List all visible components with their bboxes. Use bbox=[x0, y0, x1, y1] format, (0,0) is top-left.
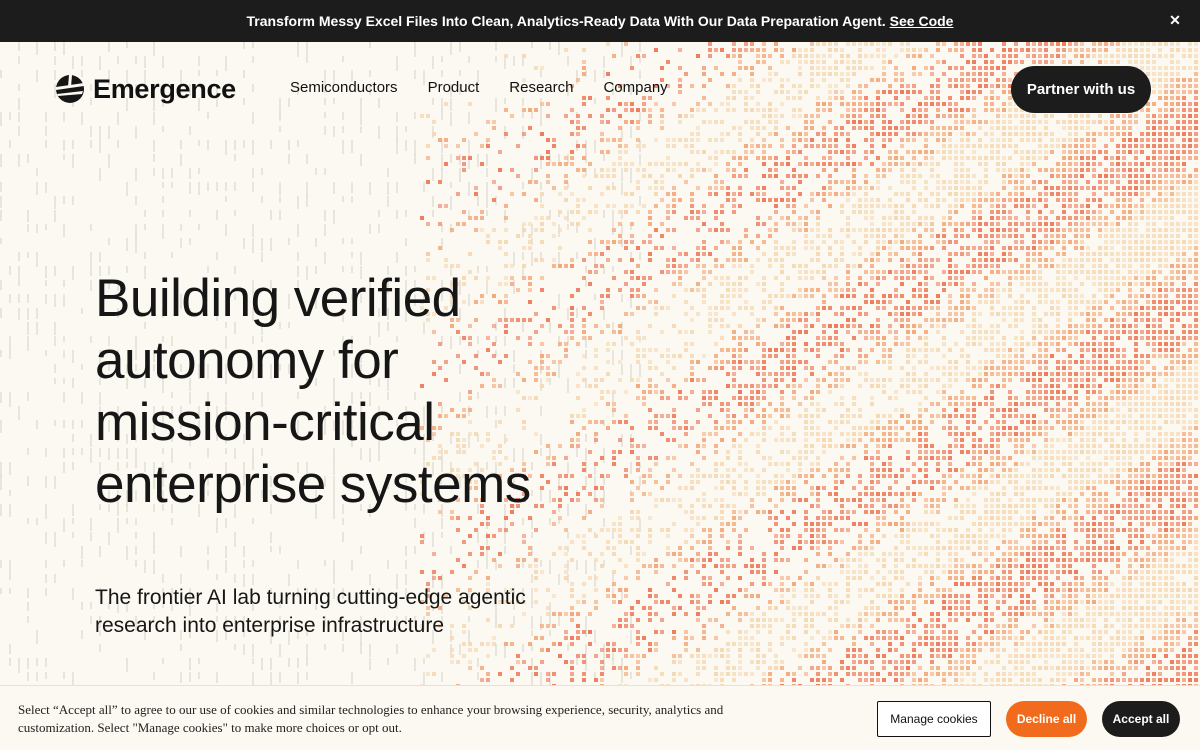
nav-product[interactable]: Product bbox=[428, 79, 480, 96]
see-code-link[interactable]: See Code bbox=[890, 13, 954, 29]
nav-semiconductors[interactable]: Semiconductors bbox=[290, 79, 398, 96]
nav-research[interactable]: Research bbox=[509, 79, 573, 96]
partner-with-us-button[interactable]: Partner with us bbox=[1011, 66, 1151, 113]
announcement-text: Transform Messy Excel Files Into Clean, … bbox=[246, 13, 886, 29]
hero-subheadline: The frontier AI lab turning cutting-edge… bbox=[95, 586, 526, 637]
cookie-text: Select “Accept all” to agree to our use … bbox=[18, 702, 724, 735]
emergence-logo-icon bbox=[56, 75, 84, 103]
headline-line: Building verified bbox=[95, 269, 461, 328]
headline-line: autonomy for bbox=[95, 331, 399, 390]
cookie-banner: Select “Accept all” to agree to our use … bbox=[0, 685, 1200, 750]
accept-all-button[interactable]: Accept all bbox=[1102, 701, 1180, 737]
close-icon[interactable]: ✕ bbox=[1166, 11, 1184, 29]
brand-logo[interactable]: Emergence bbox=[55, 72, 236, 106]
manage-cookies-button[interactable]: Manage cookies bbox=[877, 701, 991, 737]
nav-company[interactable]: Company bbox=[603, 79, 667, 96]
decline-all-button[interactable]: Decline all bbox=[1006, 701, 1087, 737]
main-nav: Semiconductors Product Research Company bbox=[290, 79, 668, 96]
headline-line: mission-critical bbox=[95, 393, 435, 452]
brand-name: Emergence bbox=[93, 73, 236, 104]
site-header: Emergence Semiconductors Product Researc… bbox=[0, 42, 1200, 136]
headline-line: enterprise systems bbox=[95, 455, 531, 514]
announcement-bar: Transform Messy Excel Files Into Clean, … bbox=[0, 0, 1200, 42]
hero-headline: Building verified autonomy for mission-c… bbox=[95, 268, 655, 516]
